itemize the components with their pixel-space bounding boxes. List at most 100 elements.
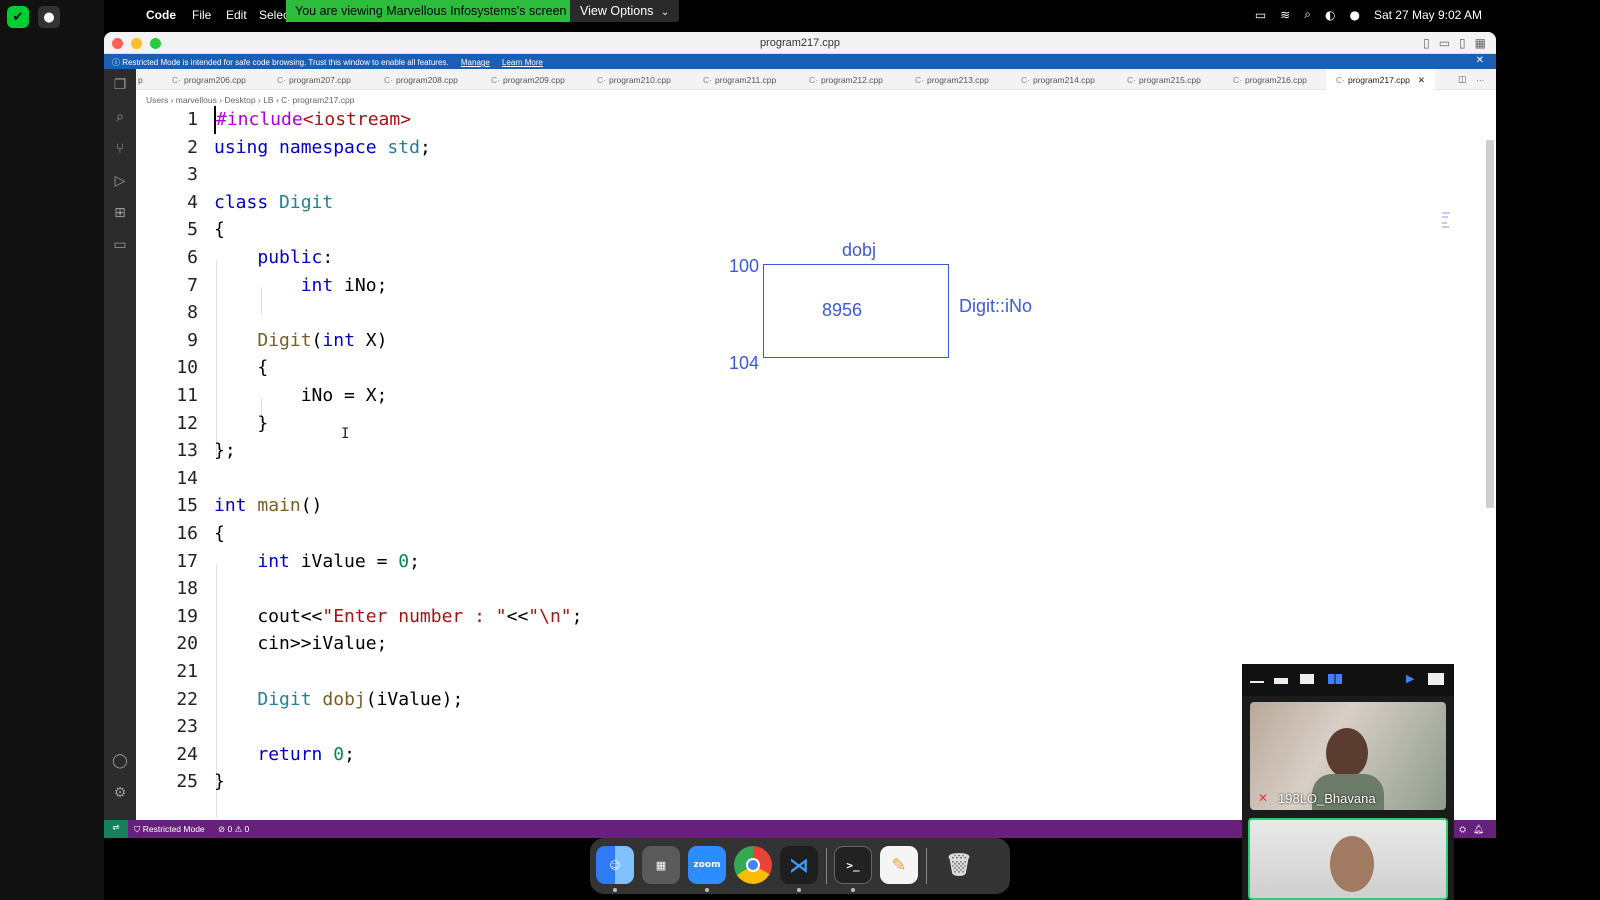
cpp-file-icon: C· <box>1233 75 1242 85</box>
learn-more-link[interactable]: Learn More <box>502 58 543 67</box>
minimap[interactable] <box>1442 212 1452 238</box>
small-view-icon[interactable] <box>1274 678 1288 684</box>
control-center-icon[interactable]: ◐ <box>1325 8 1335 22</box>
source-control-icon[interactable]: ⑂ <box>111 141 129 159</box>
split-editor-icon[interactable]: ◫ <box>1458 75 1466 85</box>
tab-program214[interactable]: C· program214.cpp <box>1021 75 1095 85</box>
tab-label: program216.cpp <box>1244 75 1307 85</box>
tab-program208[interactable]: C· program208.cpp <box>384 75 458 85</box>
tab-program211[interactable]: C· program211.cpp <box>703 75 776 85</box>
code-line: 13}; <box>136 437 1436 465</box>
line-number: 25 <box>176 771 198 793</box>
participant-video-self[interactable] <box>1248 818 1448 900</box>
chrome-icon[interactable] <box>734 846 772 884</box>
participant-video[interactable]: ✕ 198LO_Bhavana <box>1250 702 1446 810</box>
extensions-icon[interactable]: ⊞ <box>111 205 129 223</box>
menu-file[interactable]: File <box>192 8 211 22</box>
breadcrumb-item[interactable]: Users <box>146 95 168 105</box>
shield-icon[interactable]: ✔ <box>7 6 29 28</box>
screen-share-banner: You are viewing Marvellous Infosystems's… <box>286 0 576 22</box>
editor-scrollbar[interactable] <box>1486 140 1494 508</box>
textedit-icon[interactable]: ✎ <box>880 846 918 884</box>
tab-program216[interactable]: C· program216.cpp <box>1233 75 1307 85</box>
expand-icon[interactable] <box>1428 673 1444 685</box>
remote-indicator-icon[interactable]: ⇌ <box>104 820 128 838</box>
tab-label: program208.cpp <box>395 75 458 85</box>
zoom-app-icon[interactable]: zoom <box>688 846 726 884</box>
large-view-icon[interactable] <box>1300 674 1314 684</box>
minimize-icon[interactable] <box>1250 681 1264 683</box>
breadcrumb-item[interactable]: Desktop <box>224 95 255 105</box>
close-icon[interactable]: ✕ <box>1476 55 1484 66</box>
code-text: cout<<"Enter number : "<<"\n"; <box>214 605 583 627</box>
search-icon[interactable]: ⌕ <box>1304 7 1311 22</box>
search-icon[interactable]: ⌕ <box>111 109 129 127</box>
gear-icon[interactable]: ⚙ <box>111 785 129 803</box>
problems-status[interactable]: ⊘ 0 ⚠ 0 <box>218 824 249 835</box>
explorer-icon[interactable]: ❐ <box>111 77 129 95</box>
toggle-sidebar-icon[interactable]: ▯ <box>1423 36 1430 50</box>
line-number: 8 <box>187 302 198 324</box>
tab-program213[interactable]: C· program213.cpp <box>915 75 989 85</box>
restricted-mode-label: Restricted Mode <box>142 824 205 834</box>
screen: ✔ ● Code File Edit Selec You are viewing… <box>0 0 1600 900</box>
breadcrumb-item[interactable]: LB <box>263 95 273 105</box>
gallery-view-icon[interactable] <box>1328 674 1342 684</box>
notifications-bell-icon[interactable]: 🔔︎ <box>1473 824 1484 835</box>
menu-app-name[interactable]: Code <box>146 8 176 22</box>
record-icon[interactable]: ● <box>38 6 60 28</box>
code-line: 20 cin>>iValue; <box>136 630 1436 658</box>
drawing-start-address: 100 <box>729 256 760 276</box>
next-page-icon[interactable]: ▶ <box>1406 672 1420 685</box>
toggle-panel-icon[interactable]: ▭ <box>1439 36 1450 50</box>
tab-program217[interactable]: C· program217.cpp ✕ <box>1326 69 1436 90</box>
more-actions-icon[interactable]: ··· <box>1476 75 1485 85</box>
code-text: public: <box>257 247 334 268</box>
accounts-status-icon[interactable]: ⛭ <box>1459 824 1466 835</box>
breadcrumb-item[interactable]: marvellous <box>176 95 217 105</box>
tab-overflow[interactable]: p <box>138 75 143 85</box>
remote-explorer-icon[interactable]: ▭ <box>111 237 129 255</box>
run-debug-icon[interactable]: ▷ <box>111 173 129 191</box>
cpp-file-icon: C· <box>1336 75 1345 85</box>
cpp-file-icon: C· <box>809 75 818 85</box>
view-options-button[interactable]: View Options ⌄ <box>570 0 680 22</box>
tab-program212[interactable]: C· program212.cpp <box>809 75 883 85</box>
tab-program210[interactable]: C· program210.cpp <box>597 75 671 85</box>
trash-icon[interactable]: 🗑︎ <box>940 846 978 884</box>
breadcrumb-item[interactable]: program217.cpp <box>293 95 355 105</box>
wifi-icon[interactable]: ≋ <box>1280 8 1290 22</box>
launchpad-icon[interactable]: ▦ <box>642 846 680 884</box>
breadcrumb: Users › marvellous › Desktop › LB › C· p… <box>146 95 355 105</box>
manage-link[interactable]: Manage <box>461 58 490 67</box>
line-number: 14 <box>176 467 198 489</box>
finder-icon[interactable]: ☺ <box>596 846 634 884</box>
tab-label: program212.cpp <box>820 75 883 85</box>
tab-program207[interactable]: C· program207.cpp <box>277 75 351 85</box>
menubar-datetime[interactable]: Sat 27 May 9:02 AM <box>1374 8 1482 22</box>
vscode-icon[interactable]: ⋊ <box>780 846 818 884</box>
battery-icon[interactable]: ▭ <box>1255 8 1266 22</box>
menu-selection[interactable]: Selec <box>259 8 289 22</box>
line-number: 24 <box>176 743 198 765</box>
tab-label: program217.cpp <box>1347 75 1410 85</box>
code-line: 15 int main() <box>136 492 1436 520</box>
code-text: { <box>214 219 225 241</box>
line-number: 4 <box>187 191 198 213</box>
terminal-icon[interactable]: >_ <box>834 846 872 884</box>
close-icon[interactable]: ✕ <box>1418 75 1425 85</box>
menu-edit[interactable]: Edit <box>226 8 247 22</box>
siri-icon[interactable]: ● <box>1349 8 1359 22</box>
running-indicator <box>705 888 709 892</box>
activity-bar: ❐ ⌕ ⑂ ▷ ⊞ ▭ ◯ ⚙ <box>104 69 136 820</box>
toggle-secondary-sidebar-icon[interactable]: ▯ <box>1459 36 1466 50</box>
tab-program206[interactable]: C· program206.cpp <box>172 75 246 85</box>
customize-layout-icon[interactable]: ▦ <box>1475 36 1486 50</box>
account-icon[interactable]: ◯ <box>111 753 129 771</box>
code-line: 11 iNo = X; <box>136 382 1436 410</box>
tab-program215[interactable]: C· program215.cpp <box>1127 75 1201 85</box>
restricted-mode-status[interactable]: ⛉ Restricted Mode <box>134 824 205 835</box>
tab-program209[interactable]: C· program209.cpp <box>491 75 565 85</box>
line-number: 18 <box>176 578 198 600</box>
zoom-panel-toolbar: ▶ <box>1242 664 1454 696</box>
